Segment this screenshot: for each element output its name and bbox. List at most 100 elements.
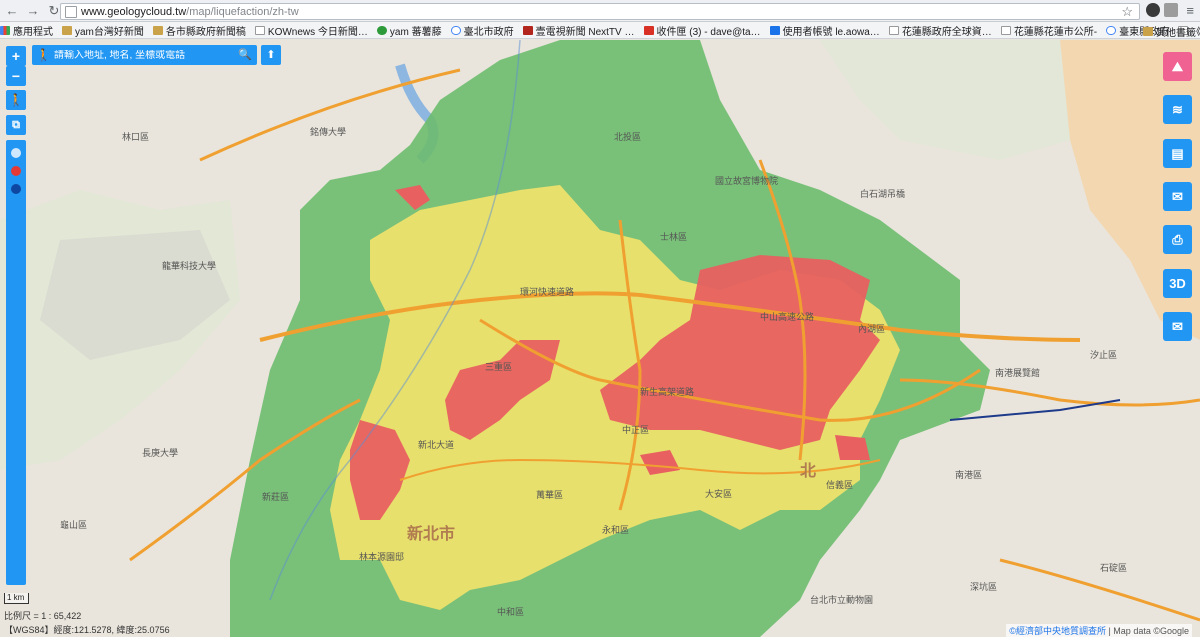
bookmark-label: 各市縣政府新聞稿 (165, 26, 246, 38)
leaf-icon (376, 25, 387, 35)
search-input[interactable] (54, 49, 239, 61)
place-label: 林本源園邸 (359, 552, 405, 562)
extensions (1146, 3, 1178, 17)
other-bookmarks[interactable]: 其他書籤 (1143, 24, 1196, 39)
bookmark-label: yam 蕃薯藤 (389, 26, 442, 38)
bookmark-item[interactable]: KOWnews 今日新聞… (254, 23, 368, 38)
scale-ratio: 比例尺 = 1 : 65,422 (4, 611, 82, 621)
apps-icon (0, 25, 10, 35)
url-host: www.geologycloud.tw (81, 5, 187, 18)
place-label: 白石湖吊橋 (860, 189, 906, 199)
back-icon[interactable]: ← (3, 2, 21, 20)
bookmark-item[interactable]: 臺北市政府 (450, 23, 514, 38)
place-label: 北投區 (614, 132, 642, 142)
email-button[interactable]: ✉ (1163, 312, 1192, 341)
bookmark-label: 花蓮縣政府全球資… (901, 26, 992, 38)
place-label: 汐止區 (1090, 350, 1118, 360)
print-button[interactable]: ⎙ (1163, 225, 1192, 254)
bookmark-item[interactable]: yam 蕃薯藤 (376, 23, 442, 38)
bookmark-label: 使用者帳號 le.aowa… (782, 26, 880, 38)
browser-toolbar: ← → ↻ www.geologycloud.tw/map/liquefacti… (0, 0, 1200, 22)
doc-icon (1000, 25, 1011, 35)
layer-button[interactable]: ≋ (1163, 95, 1192, 124)
page-icon (65, 5, 77, 18)
bookmark-item[interactable]: 使用者帳號 le.aowa… (769, 23, 880, 38)
other-bookmarks-label: 其他書籤 (1156, 28, 1196, 39)
folder-icon (1143, 27, 1153, 36)
zoom-in-button[interactable]: + (6, 46, 26, 66)
pen-icon (769, 25, 780, 35)
place-label: 新北大道 (418, 440, 455, 450)
place-label: 內湖區 (858, 324, 886, 334)
bookmark-item[interactable]: 應用程式 (0, 23, 53, 38)
bookmark-label: 壹電視新聞 NextTV … (535, 26, 635, 38)
forward-icon[interactable]: → (24, 2, 42, 20)
place-label: 新北市 (407, 526, 456, 543)
mail-icon (643, 25, 654, 35)
extension-icon[interactable] (1146, 3, 1160, 17)
walker-icon: 🚶 (36, 48, 51, 62)
map-canvas[interactable]: 新北市 北 林口區 銘傳大學 國立故宮博物院 白石湖吊橋 汐止區 南港展覽館 南… (0, 40, 1200, 637)
bookmark-item[interactable]: 花蓮縣政府全球資… (888, 23, 992, 38)
place-label: 北 (800, 463, 817, 480)
place-label: 龍華科技大學 (162, 261, 217, 271)
drop-icon[interactable] (11, 184, 21, 194)
zoom-out-button[interactable]: − (6, 66, 26, 86)
place-label: 林口區 (122, 132, 150, 142)
place-label: 南港展覽館 (995, 368, 1041, 378)
tv-icon (522, 25, 533, 35)
url-path: /map/liquefaction/zh-tw (186, 5, 299, 18)
place-label: 南港區 (955, 470, 983, 480)
record-icon[interactable] (11, 166, 21, 176)
attribution-text: | Map data ©Google (1108, 626, 1189, 636)
bookmark-label: 臺北市政府 (463, 26, 514, 38)
upload-button[interactable]: ⬆ (261, 45, 281, 65)
bookmarks-bar: 應用程式 yam台灣好新聞 各市縣政府新聞稿 KOWnews 今日新聞… yam 蕃薯藤… (0, 22, 1200, 39)
place-label: 台北市立動物園 (810, 595, 874, 605)
coordinates: 【WGS84】經度:121.5278, 緯度:25.0756 (4, 625, 170, 635)
place-label: 新莊區 (262, 492, 290, 502)
g-icon (1106, 25, 1117, 35)
bookmark-label: yam台灣好新聞 (75, 26, 144, 38)
place-label: 大安區 (705, 489, 733, 499)
address-bar[interactable]: www.geologycloud.tw/map/liquefaction/zh-… (60, 3, 1140, 20)
place-label: 環河快速道路 (520, 287, 575, 297)
person-icon[interactable] (11, 148, 21, 158)
place-label: 三重區 (485, 362, 513, 372)
liquefaction-layer-button[interactable]: ⛰ (1163, 52, 1192, 81)
place-label: 永和區 (602, 525, 630, 535)
place-label: 石碇區 (1100, 563, 1128, 573)
place-label: 銘傳大學 (310, 127, 347, 137)
pedestrian-icon[interactable]: 🚶 (6, 90, 26, 110)
g-icon (450, 25, 461, 35)
menu-icon[interactable]: ≡ (1186, 3, 1194, 18)
place-label: 萬華區 (536, 490, 564, 500)
place-label: 中山高速公路 (760, 312, 815, 322)
bookmark-item[interactable]: 各市縣政府新聞稿 (152, 23, 246, 38)
place-label: 士林區 (660, 232, 688, 242)
bookmark-label: KOWnews 今日新聞… (267, 26, 368, 38)
star-icon[interactable]: ☆ (1121, 4, 1133, 20)
mail-chart-button[interactable]: ✉ (1163, 182, 1192, 211)
folder-icon (62, 25, 72, 35)
search-icon[interactable]: 🔍 (238, 48, 252, 61)
bookmark-item[interactable]: 花蓮縣花蓮市公所- (1000, 23, 1097, 38)
bookmark-label: 收件匣 (3) - dave@ta… (656, 26, 761, 38)
doc-icon (888, 25, 899, 35)
3d-button[interactable]: 3D (1163, 269, 1192, 298)
extension-icon[interactable] (1164, 3, 1178, 17)
search-bar: 🚶 🔍 (32, 45, 257, 65)
layers-icon[interactable]: ⧉ (6, 115, 26, 135)
attribution-link[interactable]: ©經濟部中央地質調查所 (1009, 626, 1106, 636)
legend-button[interactable]: ▤ (1163, 139, 1192, 168)
bookmark-item[interactable]: 收件匣 (3) - dave@ta… (643, 23, 761, 38)
scale-bar: 1 km (4, 593, 29, 604)
place-label: 中正區 (622, 425, 650, 435)
place-label: 國立故宮博物院 (715, 176, 779, 186)
bookmark-item[interactable]: yam台灣好新聞 (62, 23, 144, 38)
folder-icon (152, 25, 163, 35)
bookmark-label: 應用程式 (13, 26, 53, 38)
bookmark-item[interactable]: 壹電視新聞 NextTV … (522, 23, 635, 38)
place-label: 信義區 (826, 480, 854, 490)
attribution: ©經濟部中央地質調查所 | Map data ©Google (1006, 624, 1192, 637)
